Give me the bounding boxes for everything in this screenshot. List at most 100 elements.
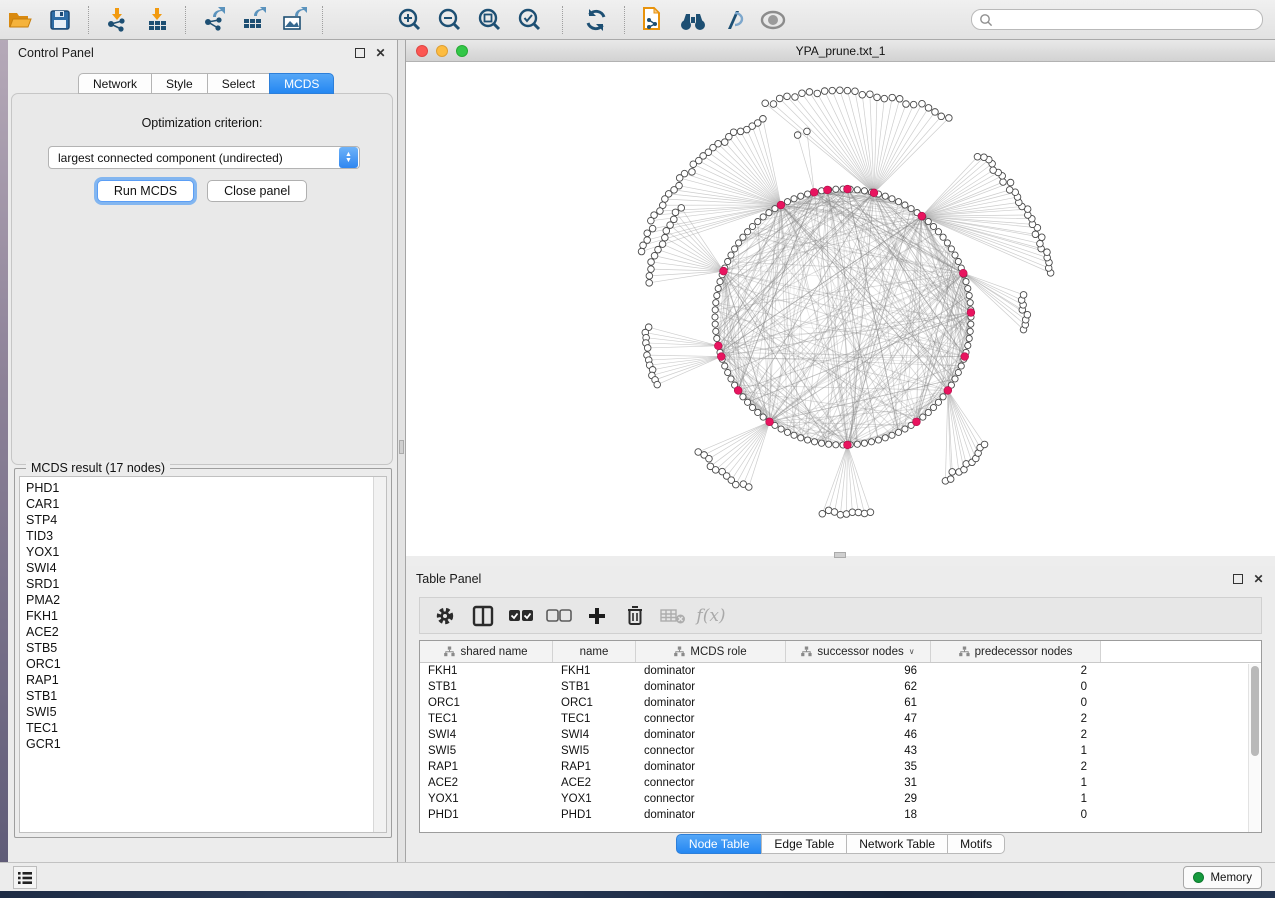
mcds-hub-node[interactable]	[844, 185, 852, 193]
table-row[interactable]: SWI4SWI4dominator462	[420, 727, 1261, 743]
task-history-button[interactable]	[13, 866, 37, 889]
close-panel-icon[interactable]: ✕	[374, 47, 387, 60]
column-header-name[interactable]: name	[553, 641, 636, 662]
mcds-result-item[interactable]: GCR1	[26, 736, 386, 752]
gear-icon[interactable]	[432, 603, 458, 629]
tab-network-table[interactable]: Network Table	[846, 834, 947, 854]
mcds-hub-node[interactable]	[810, 188, 818, 196]
export-image-icon[interactable]	[279, 5, 309, 35]
table-row[interactable]: ORC1ORC1dominator610	[420, 695, 1261, 711]
table-row[interactable]: STB1STB1dominator620	[420, 679, 1261, 695]
mcds-result-item[interactable]: TEC1	[26, 720, 386, 736]
hide-labels-icon[interactable]	[718, 5, 748, 35]
table-row[interactable]: YOX1YOX1connector291	[420, 791, 1261, 807]
mcds-hub-node[interactable]	[967, 309, 975, 317]
mcds-hub-node[interactable]	[714, 342, 722, 350]
toolbar-separator	[562, 6, 563, 34]
zoom-selected-icon[interactable]	[515, 5, 545, 35]
export-table-icon[interactable]	[239, 5, 269, 35]
network-document-icon[interactable]	[638, 5, 668, 35]
split-columns-icon[interactable]	[470, 603, 496, 629]
mcds-list-scrollbar[interactable]	[373, 477, 386, 832]
export-network-icon[interactable]	[199, 5, 229, 35]
horizontal-split-divider[interactable]	[406, 556, 1275, 566]
mcds-result-item[interactable]: ACE2	[26, 624, 386, 640]
import-table-icon[interactable]	[142, 5, 172, 35]
mcds-result-item[interactable]: STB1	[26, 688, 386, 704]
application-window: Control Panel ✕ Optimization criterion: …	[0, 0, 1275, 898]
table-row[interactable]: SWI5SWI5connector431	[420, 743, 1261, 759]
select-all-icon[interactable]	[508, 603, 534, 629]
deselect-all-icon[interactable]	[546, 603, 572, 629]
run-mcds-button[interactable]: Run MCDS	[97, 180, 194, 202]
mcds-result-item[interactable]: CAR1	[26, 496, 386, 512]
tab-mcds[interactable]: MCDS	[269, 73, 334, 94]
table-row[interactable]: FKH1FKH1dominator962	[420, 663, 1261, 679]
import-network-icon[interactable]	[102, 5, 132, 35]
mcds-hub-node[interactable]	[717, 353, 725, 361]
mcds-result-item[interactable]: RAP1	[26, 672, 386, 688]
mcds-result-item[interactable]: FKH1	[26, 608, 386, 624]
mcds-result-item[interactable]: YOX1	[26, 544, 386, 560]
mcds-result-item[interactable]: STP4	[26, 512, 386, 528]
delete-icon[interactable]	[622, 603, 648, 629]
refresh-icon[interactable]	[581, 5, 611, 35]
table-row[interactable]: RAP1RAP1dominator352	[420, 759, 1261, 775]
mcds-result-item[interactable]: SRD1	[26, 576, 386, 592]
float-table-panel-icon[interactable]	[1233, 574, 1243, 584]
column-header-predecessor-nodes[interactable]: predecessor nodes	[931, 641, 1101, 662]
tab-select[interactable]: Select	[207, 73, 269, 94]
mcds-hub-node[interactable]	[766, 418, 774, 426]
float-panel-icon[interactable]	[355, 48, 365, 58]
mcds-hub-node[interactable]	[824, 186, 832, 194]
mcds-hub-node[interactable]	[870, 189, 878, 197]
table-row[interactable]: ACE2ACE2connector311	[420, 775, 1261, 791]
mcds-result-item[interactable]: ORC1	[26, 656, 386, 672]
tab-node-table[interactable]: Node Table	[676, 834, 762, 854]
vertical-split-divider[interactable]	[398, 40, 406, 862]
optimization-criterion-select[interactable]: largest connected component (undirected)…	[48, 146, 360, 169]
mcds-hub-node[interactable]	[720, 267, 728, 275]
table-row[interactable]: PHD1PHD1dominator180	[420, 807, 1261, 823]
zoom-fit-icon[interactable]	[475, 5, 505, 35]
mcds-result-list[interactable]: PHD1CAR1STP4TID3YOX1SWI4SRD1PMA2FKH1ACE2…	[19, 476, 387, 833]
column-header-MCDS-role[interactable]: MCDS role	[636, 641, 786, 662]
open-file-icon[interactable]	[5, 5, 35, 35]
column-header-shared-name[interactable]: shared name	[420, 641, 553, 662]
mcds-hub-node[interactable]	[944, 387, 952, 395]
save-session-icon[interactable]	[45, 5, 75, 35]
table-row[interactable]: TEC1TEC1connector472	[420, 711, 1261, 727]
mcds-result-item[interactable]: SWI4	[26, 560, 386, 576]
close-panel-button[interactable]: Close panel	[207, 180, 307, 202]
network-canvas[interactable]	[406, 62, 1275, 555]
mcds-hub-node[interactable]	[734, 387, 742, 395]
mcds-hub-node[interactable]	[913, 418, 921, 426]
tab-motifs[interactable]: Motifs	[947, 834, 1005, 854]
mcds-hub-node[interactable]	[844, 441, 852, 449]
binoculars-icon[interactable]	[678, 5, 708, 35]
memory-button[interactable]: Memory	[1183, 866, 1262, 889]
column-header-successor-nodes[interactable]: successor nodes∨	[786, 641, 931, 662]
mcds-hub-node[interactable]	[961, 353, 969, 361]
mcds-hub-node[interactable]	[918, 212, 926, 220]
zoom-out-icon[interactable]	[435, 5, 465, 35]
close-table-panel-icon[interactable]: ✕	[1252, 573, 1265, 586]
add-column-icon[interactable]	[584, 603, 610, 629]
tab-style[interactable]: Style	[151, 73, 207, 94]
mcds-result-item[interactable]: PMA2	[26, 592, 386, 608]
mcds-hub-node[interactable]	[777, 201, 785, 209]
zoom-in-icon[interactable]	[395, 5, 425, 35]
shared-column-icon	[959, 646, 970, 657]
mcds-result-item[interactable]: TID3	[26, 528, 386, 544]
tab-network[interactable]: Network	[78, 73, 151, 94]
show-labels-icon[interactable]	[758, 5, 788, 35]
mcds-hub-node[interactable]	[959, 269, 967, 277]
table-scrollbar[interactable]	[1248, 664, 1260, 832]
network-graph[interactable]	[406, 62, 1275, 555]
mcds-result-item[interactable]: PHD1	[26, 480, 386, 496]
network-window-titlebar[interactable]: YPA_prune.txt_1	[406, 40, 1275, 62]
search-input[interactable]	[971, 9, 1263, 30]
mcds-result-item[interactable]: STB5	[26, 640, 386, 656]
mcds-result-item[interactable]: SWI5	[26, 704, 386, 720]
tab-edge-table[interactable]: Edge Table	[761, 834, 846, 854]
